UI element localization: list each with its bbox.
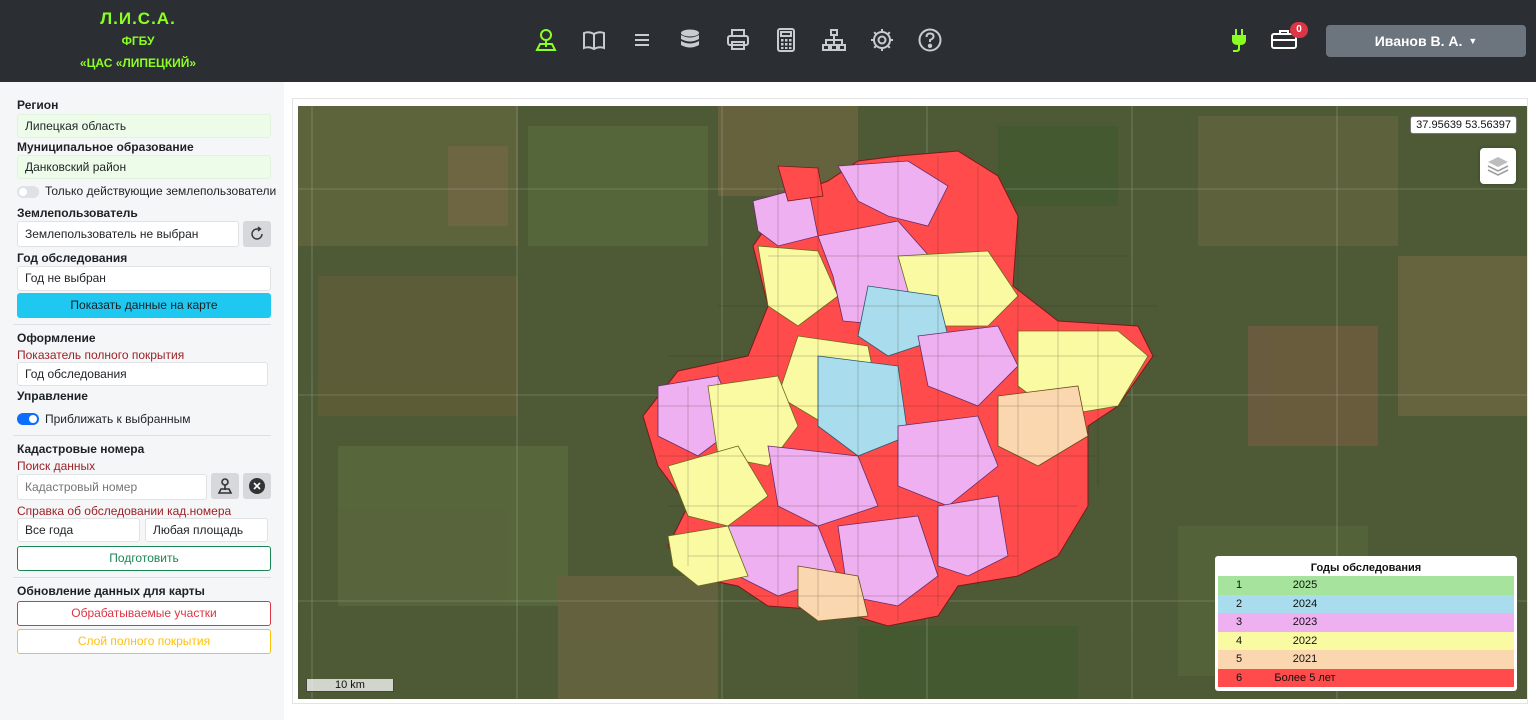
brand-title: Л.И.С.А.	[100, 9, 176, 28]
municipality-select[interactable]: Данковский район	[17, 155, 271, 179]
cadastral-label: Кадастровые номера	[17, 442, 145, 456]
menu-icon[interactable]	[628, 26, 656, 54]
book-icon[interactable]	[580, 26, 608, 54]
map-marker-icon	[217, 478, 233, 494]
layers-button[interactable]	[1480, 148, 1516, 184]
database-icon[interactable]	[676, 26, 704, 54]
legend-title: Годы обследования	[1310, 562, 1422, 574]
close-circle-icon	[249, 478, 265, 494]
divider	[13, 577, 271, 578]
update-data-label: Обновление данных для карты	[17, 584, 205, 598]
clear-button[interactable]	[243, 473, 271, 499]
refresh-icon	[251, 226, 263, 240]
only-active-label: Только действующие землепользователи	[45, 184, 277, 198]
processed-plots-button[interactable]: Обрабатываемые участки	[17, 601, 271, 626]
connection-plug-icon[interactable]	[1228, 28, 1250, 54]
pick-on-map-button[interactable]	[211, 473, 239, 499]
calculator-icon[interactable]	[772, 26, 800, 54]
help-icon[interactable]	[916, 26, 944, 54]
user-name: Иванов В. А.	[1374, 33, 1463, 49]
refresh-button[interactable]	[243, 221, 271, 247]
legend-row: 2 2024	[1218, 594, 1514, 613]
coverage-layer-button[interactable]: Слой полного покрытия	[17, 629, 271, 654]
only-active-toggle[interactable]	[17, 186, 39, 198]
year-select[interactable]: Год не выбран	[17, 266, 271, 291]
region-label: Регион	[17, 98, 59, 112]
divider	[13, 324, 271, 325]
municipality-label: Муниципальное образование	[17, 140, 194, 154]
legend-row: 4 2022	[1218, 631, 1514, 650]
reference-label: Справка об обследовании кад.номера	[17, 504, 232, 518]
user-menu-button[interactable]: Иванов В. А. ▼	[1326, 25, 1526, 57]
map-legend: Годы обследования 1 2025 2 2024 3 2023 4…	[1215, 556, 1517, 691]
coordinates-readout: 37.95639 53.56397	[1410, 116, 1517, 134]
region-select[interactable]: Липецкая область	[17, 114, 271, 138]
top-navbar: Л.И.С.А. ФГБУ «ЦАС «ЛИПЕЦКИЙ» 0 Иванов В…	[0, 0, 1536, 82]
indicator-label: Показатель полного покрытия	[17, 348, 185, 362]
landuser-label: Землепользователь	[17, 206, 138, 220]
zoom-selected-label: Приближать к выбранным	[45, 412, 191, 426]
brand-org-name: «ЦАС «ЛИПЕЦКИЙ»	[79, 56, 197, 70]
notifications-badge: 0	[1290, 22, 1308, 38]
landuser-select[interactable]: Землепользователь не выбран	[17, 221, 239, 247]
gear-icon[interactable]	[868, 26, 896, 54]
brand-logo[interactable]: Л.И.С.А. ФГБУ «ЦАС «ЛИПЕЦКИЙ»	[56, 8, 220, 74]
map-marker-icon[interactable]	[532, 26, 560, 54]
area-select[interactable]: Любая площадь	[145, 518, 268, 542]
search-data-label: Поиск данных	[17, 459, 96, 473]
legend-row: 5 2021	[1218, 650, 1514, 669]
map-view[interactable]: 37.95639 53.56397 10 km Годы обследовани…	[298, 106, 1527, 699]
printer-icon[interactable]	[724, 26, 752, 54]
divider	[13, 435, 271, 436]
control-label: Управление	[17, 389, 88, 403]
layers-icon	[1487, 157, 1509, 176]
legend-row: 6 Более 5 лет	[1218, 668, 1514, 687]
years-select[interactable]: Все года	[17, 518, 140, 542]
caret-down-icon: ▼	[1468, 36, 1478, 46]
prepare-button[interactable]: Подготовить	[17, 546, 271, 571]
main-menu	[532, 26, 944, 54]
map-scale-bar: 10 km	[306, 679, 394, 692]
legend-row: 1 2025	[1218, 576, 1514, 595]
show-on-map-button[interactable]: Показать данные на карте	[17, 293, 271, 318]
sitemap-icon[interactable]	[820, 26, 848, 54]
indicator-select[interactable]: Год обследования	[17, 362, 268, 386]
zoom-selected-toggle[interactable]	[17, 413, 39, 425]
design-label: Оформление	[17, 331, 96, 345]
cadastral-number-input[interactable]	[17, 474, 207, 500]
brand-org-type: ФГБУ	[121, 34, 155, 48]
year-label: Год обследования	[17, 251, 128, 265]
legend-row: 3 2023	[1218, 613, 1514, 632]
